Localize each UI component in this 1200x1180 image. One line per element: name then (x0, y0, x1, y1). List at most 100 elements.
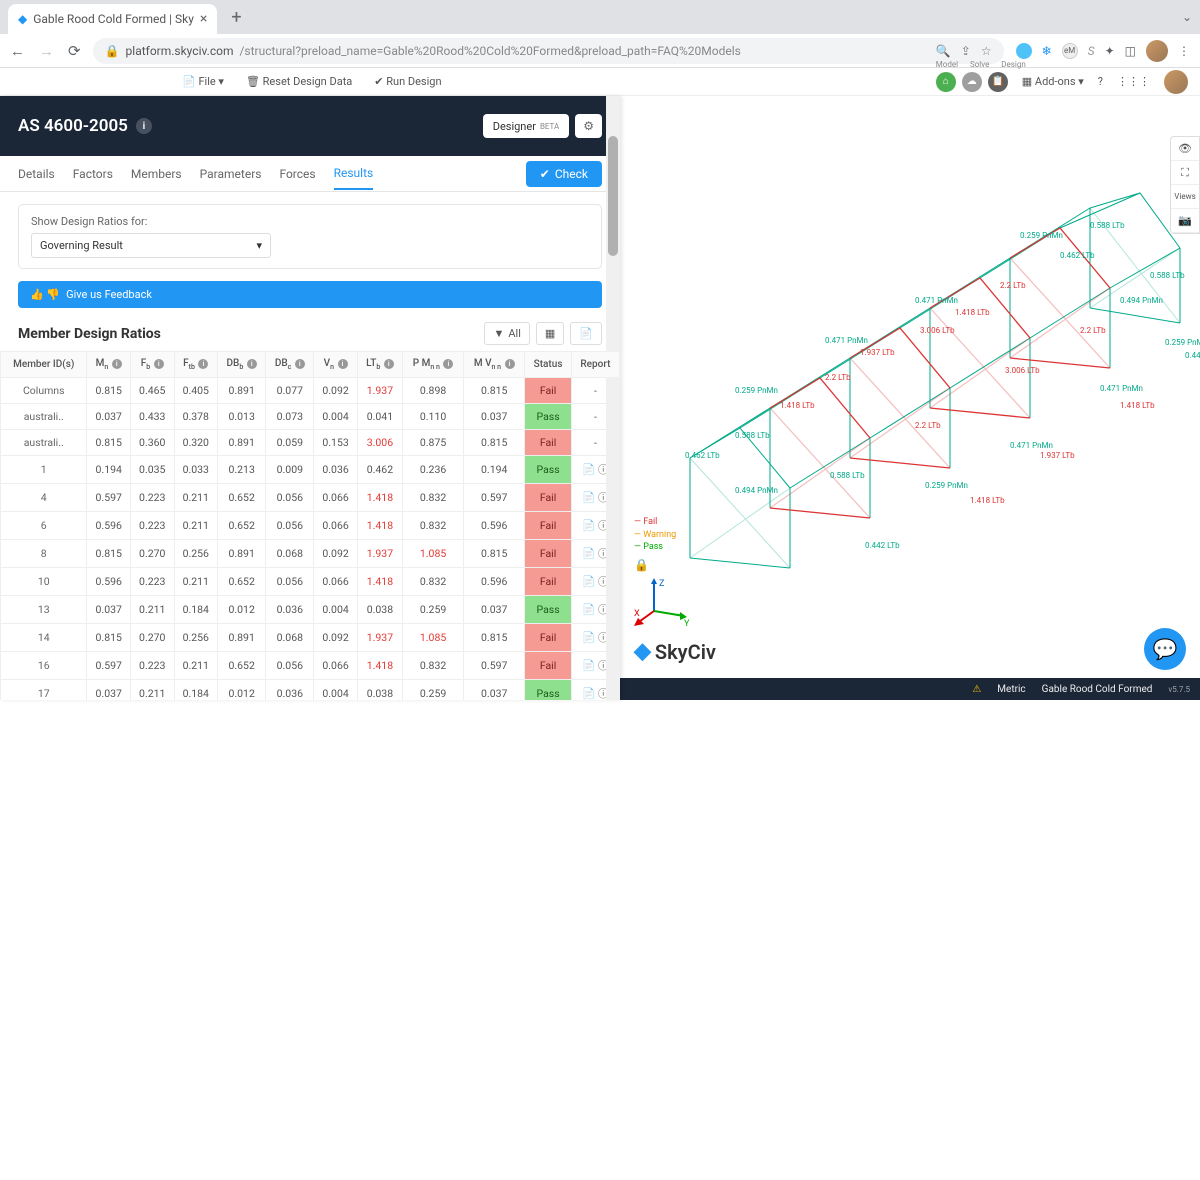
ratio-select[interactable]: Governing Result▾ (31, 233, 271, 258)
ext-icon[interactable] (1016, 43, 1032, 59)
help-icon[interactable]: ? (1098, 75, 1103, 88)
check-button[interactable]: ✔ Check (526, 161, 602, 187)
close-icon[interactable]: × (200, 11, 207, 27)
export-icon[interactable]: 📄 (570, 322, 602, 345)
svg-text:0.588 LTb: 0.588 LTb (735, 431, 770, 440)
col-header[interactable]: Ftb i (174, 352, 218, 378)
col-header[interactable]: Mn i (87, 352, 131, 378)
panel-header: AS 4600-2005i Designer BETA ⚙ (0, 96, 620, 156)
col-header[interactable]: M Vn n i (464, 352, 525, 378)
share-icon[interactable]: ⇪ (961, 44, 971, 58)
section-title: Member Design Ratios (18, 326, 161, 342)
designer-button[interactable]: Designer BETA (483, 114, 570, 138)
ext-icon[interactable]: ❄ (1042, 44, 1052, 58)
model-stage-icon[interactable]: ⌂ (936, 72, 956, 92)
fit-icon[interactable]: ⛶ (1171, 161, 1199, 185)
visibility-icon[interactable]: 👁 (1171, 137, 1199, 161)
tab-forces[interactable]: Forces (279, 159, 315, 189)
svg-text:0.462 LTb: 0.462 LTb (685, 451, 720, 460)
tab-factors[interactable]: Factors (73, 159, 113, 189)
table-row[interactable]: 10.1940.0350.0330.2130.0090.0360.4620.23… (1, 456, 620, 484)
warning-icon[interactable]: ⚠ (972, 684, 981, 695)
col-header[interactable]: LTb i (357, 352, 402, 378)
tab-details[interactable]: Details (18, 159, 55, 189)
svg-text:1.418 LTb: 1.418 LTb (1120, 401, 1155, 410)
star-icon[interactable]: ☆ (981, 44, 992, 58)
svg-text:2.2 LTb: 2.2 LTb (1000, 281, 1026, 290)
svg-text:0.259 PnMn: 0.259 PnMn (1020, 231, 1063, 240)
table-row[interactable]: 60.5960.2230.2110.6520.0560.0661.4180.83… (1, 512, 620, 540)
table-row[interactable]: 80.8150.2700.2560.8910.0680.0921.9371.08… (1, 540, 620, 568)
svg-text:0.471 PnMn: 0.471 PnMn (1010, 441, 1053, 450)
filter-button[interactable]: ▼ All (484, 322, 529, 345)
col-header[interactable]: P Mn n i (403, 352, 464, 378)
col-header[interactable]: Vn i (314, 352, 358, 378)
info-icon[interactable]: i (136, 118, 152, 134)
reset-design-button[interactable]: 🗑 Reset Design Data (246, 75, 352, 88)
svg-text:0.588 LTb: 0.588 LTb (1090, 221, 1125, 230)
svg-text:1.937 LTb: 1.937 LTb (1040, 451, 1075, 460)
svg-text:2.2 LTb: 2.2 LTb (915, 421, 941, 430)
col-header[interactable]: Fb i (130, 352, 174, 378)
col-header[interactable]: DBc i (266, 352, 314, 378)
grid-icon[interactable]: ▦ (536, 322, 564, 345)
forward-icon[interactable]: → (39, 42, 54, 60)
feedback-button[interactable]: 👍 👎 Give us Feedback (18, 281, 602, 308)
lock-view-icon[interactable]: 🔒 (634, 558, 649, 572)
table-row[interactable]: Columns0.8150.4650.4050.8910.0770.0921.9… (1, 378, 620, 404)
scrollbar[interactable] (606, 96, 620, 700)
new-tab-button[interactable]: + (225, 7, 247, 28)
solve-stage-icon[interactable]: ☁ (962, 72, 982, 92)
file-menu[interactable]: 📄 File ▾ (182, 75, 224, 88)
back-icon[interactable]: ← (10, 42, 25, 60)
address-bar[interactable]: 🔒 platform.skyciv.com/structural?preload… (93, 38, 1004, 64)
chevron-down-icon: ▾ (256, 239, 262, 252)
table-row[interactable]: australi..0.0370.4330.3780.0130.0730.004… (1, 404, 620, 430)
gear-icon[interactable]: ⚙ (575, 114, 602, 138)
reload-icon[interactable]: ⟳ (68, 42, 81, 60)
views-button[interactable]: Views (1171, 185, 1199, 209)
addons-menu[interactable]: ▦ Add-ons ▾ (1022, 75, 1084, 88)
table-row[interactable]: 160.5970.2230.2110.6520.0560.0661.4180.8… (1, 652, 620, 680)
sidepanel-icon[interactable]: ◫ (1125, 44, 1136, 58)
table-row[interactable]: 40.5970.2230.2110.6520.0560.0661.4180.83… (1, 484, 620, 512)
table-row[interactable]: 130.0370.2110.1840.0120.0360.0040.0380.2… (1, 596, 620, 624)
col-header[interactable]: Report (571, 352, 619, 378)
search-icon[interactable]: 🔍 (936, 44, 951, 58)
chat-icon[interactable]: 💬 (1144, 628, 1186, 670)
apps-icon[interactable]: ⋮⋮⋮ (1117, 75, 1150, 88)
ext-icon[interactable]: eM (1062, 43, 1078, 59)
profile-avatar[interactable] (1146, 40, 1168, 62)
tab-parameters[interactable]: Parameters (200, 159, 262, 189)
version: v5.7.5 (1168, 685, 1190, 694)
tab-title: Gable Rood Cold Formed | Sky (33, 12, 194, 26)
design-stage-icon[interactable]: 📋 (988, 72, 1008, 92)
tab-members[interactable]: Members (131, 159, 182, 189)
model-viewport[interactable]: 0.588 LTb 0.259 PnMn 0.462 LTb 0.588 LTb 2.2… (620, 96, 1200, 700)
table-row[interactable]: 140.8150.2700.2560.8910.0680.0921.9371.0… (1, 624, 620, 652)
table-row[interactable]: 170.0370.2110.1840.0120.0360.0040.0380.2… (1, 680, 620, 701)
extensions: ❄ eM S ✦ ◫ ⋮ (1016, 40, 1190, 62)
svg-text:0.259 PnMn: 0.259 PnMn (735, 386, 778, 395)
run-design-button[interactable]: ✔ Run Design (374, 75, 441, 88)
camera-icon[interactable]: 📷 (1171, 209, 1199, 233)
ext-icon[interactable]: S (1088, 44, 1095, 58)
col-header[interactable]: Status (525, 352, 572, 378)
view-tools: 👁 ⛶ Views 📷 (1170, 136, 1200, 234)
user-avatar[interactable] (1164, 70, 1188, 94)
table-row[interactable]: 100.5960.2230.2110.6520.0560.0661.4180.8… (1, 568, 620, 596)
tab-results[interactable]: Results (334, 158, 374, 190)
legend-warning: — Warning (634, 529, 676, 542)
svg-text:1.418 LTb: 1.418 LTb (970, 496, 1005, 505)
menu-icon[interactable]: ⋮ (1178, 44, 1190, 58)
browser-tab[interactable]: ◆ Gable Rood Cold Formed | Sky × (8, 4, 217, 34)
extensions-icon[interactable]: ✦ (1105, 44, 1115, 58)
col-header[interactable]: DBb i (218, 352, 266, 378)
col-header[interactable]: Member ID(s) (1, 352, 87, 378)
units[interactable]: Metric (997, 684, 1025, 695)
svg-text:0.471 PnMn: 0.471 PnMn (1100, 384, 1143, 393)
svg-text:2.2 LTb: 2.2 LTb (1080, 326, 1106, 335)
chevron-down-icon[interactable]: ⌄ (1182, 10, 1192, 24)
table-row[interactable]: australi..0.8150.3600.3200.8910.0590.153… (1, 430, 620, 456)
app-topbar: 📄 File ▾ 🗑 Reset Design Data ✔ Run Desig… (0, 68, 1200, 96)
